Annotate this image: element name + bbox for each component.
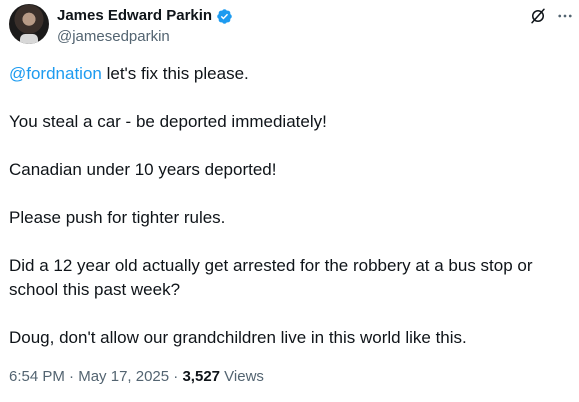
- tweet: James Edward Parkin @jamesedparkin @ford…: [0, 0, 579, 402]
- more-icon[interactable]: [556, 7, 574, 25]
- tweet-time[interactable]: 6:54 PM: [9, 368, 65, 385]
- tweet-line-2: You steal a car - be deported immediatel…: [9, 112, 327, 131]
- avatar-shirt: [20, 34, 38, 44]
- views-label: Views: [220, 368, 264, 385]
- meta-separator: ·: [169, 368, 183, 385]
- tweet-line-6: Doug, don't allow our grandchildren live…: [9, 328, 467, 347]
- views-count[interactable]: 3,527: [182, 368, 220, 385]
- tweet-text: @fordnation let's fix this please. You s…: [9, 62, 569, 374]
- tweet-line-1-text: let's fix this please.: [101, 64, 249, 83]
- avatar[interactable]: [9, 4, 49, 44]
- tweet-line-3: Canadian under 10 years deported!: [9, 160, 277, 179]
- author-name-row: James Edward Parkin: [57, 7, 233, 25]
- tweet-line-5: Did a 12 year old actually get arrested …: [9, 256, 533, 299]
- grok-icon[interactable]: [529, 7, 547, 25]
- mention-link[interactable]: @fordnation: [9, 64, 102, 83]
- tweet-meta: 6:54 PM · May 17, 2025 · 3,527 Views: [9, 368, 264, 386]
- verified-badge-icon: [217, 8, 232, 24]
- tweet-line-1: @fordnation let's fix this please.: [9, 62, 569, 86]
- tweet-date[interactable]: May 17, 2025: [78, 368, 169, 385]
- author-handle[interactable]: @jamesedparkin: [57, 28, 170, 46]
- tweet-line-4: Please push for tighter rules.: [9, 208, 226, 227]
- meta-separator: ·: [64, 368, 79, 385]
- author-display-name[interactable]: James Edward Parkin: [57, 7, 212, 25]
